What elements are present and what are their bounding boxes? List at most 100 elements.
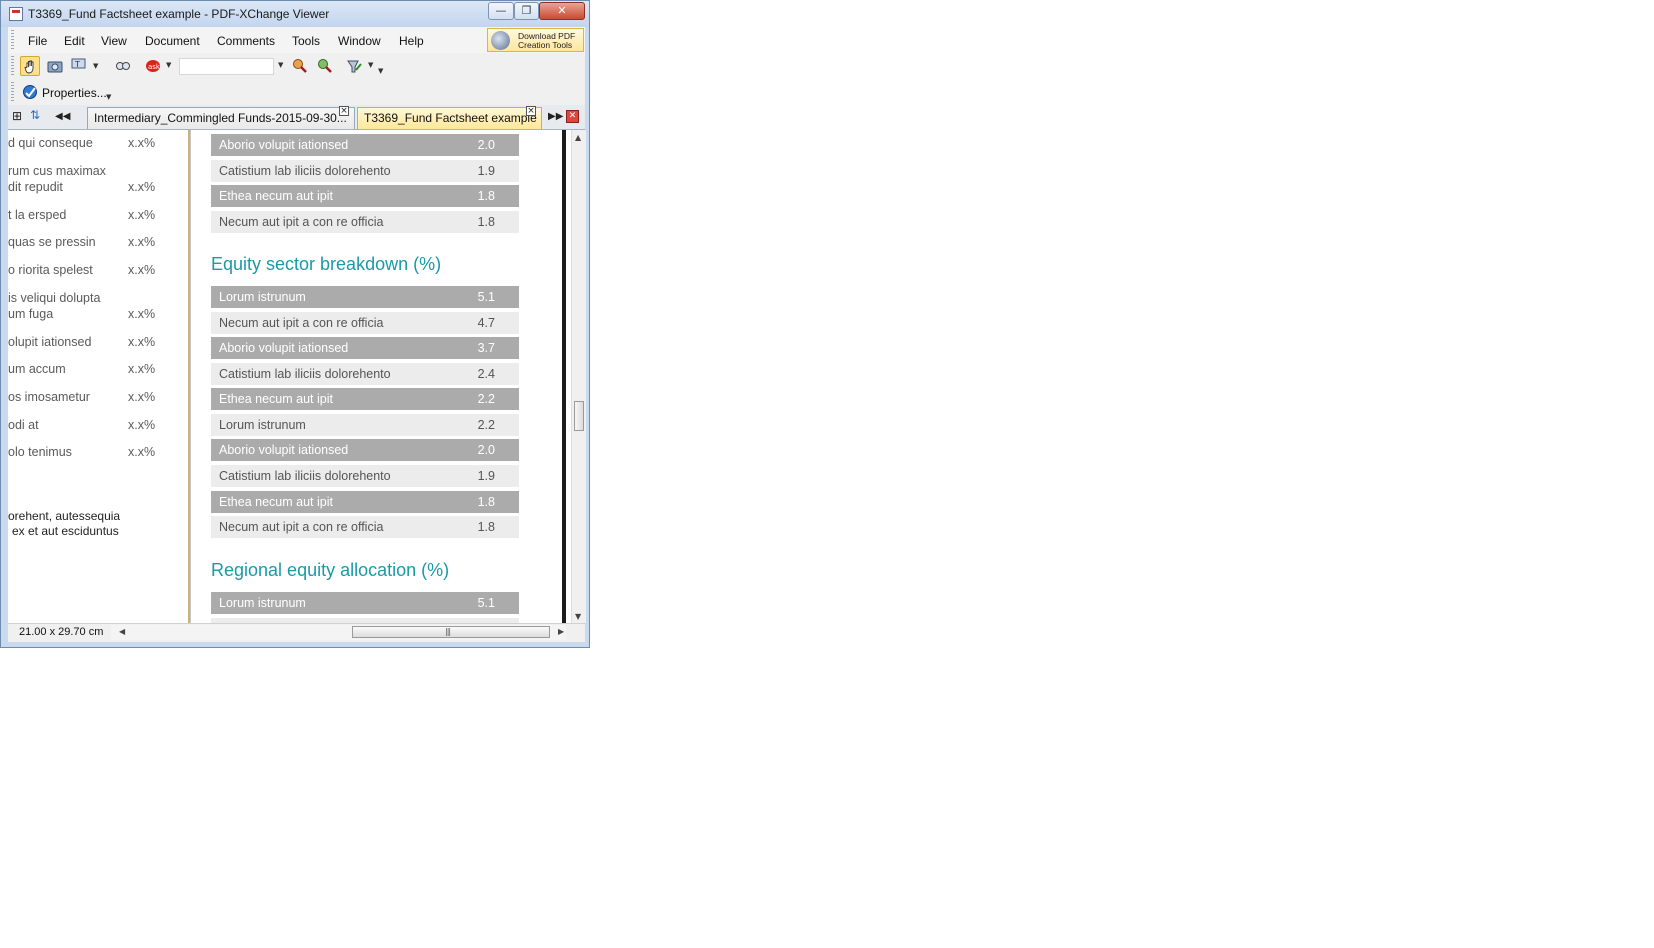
row-name: Catistium lab iliciis dolorehento (219, 164, 391, 178)
row-value: 1.8 (477, 189, 495, 203)
document-view[interactable]: d qui conseque x.x% rum cus maximax dit … (8, 130, 571, 623)
maximize-button[interactable]: ❐ (514, 2, 539, 20)
table-row: Catistium lab iliciis dolorehento 2.4 (211, 363, 519, 385)
left-row-value: x.x% (128, 418, 156, 432)
row-name: Aborio volupit iationsed (219, 443, 349, 457)
row-name: Lorum istrunum (219, 596, 306, 610)
snapshot-icon (47, 61, 63, 73)
page-edge (562, 130, 566, 623)
zoom-in-button[interactable] (290, 56, 310, 76)
vertical-scroll-thumb[interactable] (574, 401, 584, 431)
left-row-value: x.x% (128, 180, 156, 194)
row-name: Necum aut ipit a con re officia (219, 215, 384, 229)
toolbar-overflow-icon[interactable]: ▼ (378, 67, 383, 75)
zoom-dropdown-icon[interactable]: ▼ (278, 61, 283, 69)
left-row-value: x.x% (128, 263, 156, 277)
row-value: 1.8 (477, 520, 495, 534)
left-note-line: orehent, autessequia (8, 509, 121, 523)
row-name: Ethea necum aut ipit (219, 189, 333, 203)
vertical-scrollbar[interactable]: ▲ ▼ (571, 130, 586, 623)
equity-sector-title: Equity sector breakdown (%) (211, 254, 442, 274)
sort-tabs-icon[interactable]: ⇅ (30, 108, 40, 122)
search-dropdown-icon[interactable]: ▼ (166, 61, 171, 69)
menu-file[interactable]: File (28, 34, 47, 48)
highlight-dropdown-icon[interactable]: ▼ (368, 61, 373, 69)
snapshot-button[interactable] (45, 56, 65, 76)
row-value: 2.4 (477, 367, 495, 381)
left-page: d qui conseque x.x% rum cus maximax dit … (8, 130, 190, 623)
close-all-tabs-icon[interactable]: ✕ (566, 110, 579, 123)
tab-intermediary-commingled-funds[interactable]: Intermediary_Commingled Funds-2015-09-30… (87, 107, 355, 129)
toolbar-grip[interactable] (11, 56, 14, 76)
scroll-up-icon[interactable]: ▲ (575, 133, 581, 142)
tab-scroll-right-icon[interactable]: ▶▶ (548, 111, 563, 122)
search-button[interactable]: ask (143, 56, 163, 76)
right-page: Aborio volupit iationsed 2.0 Catistium l… (191, 130, 563, 623)
menu-document[interactable]: Document (145, 34, 200, 48)
window-title: T3369_Fund Factsheet example - PDF-XChan… (28, 7, 330, 21)
download-pdf-tools-button[interactable]: Download PDF Creation Tools (487, 28, 584, 52)
left-note-line: ex et aut esciduntus (12, 524, 119, 538)
menu-help[interactable]: Help (399, 34, 424, 48)
download-pdf-tools-label: Download PDF Creation Tools (518, 31, 576, 50)
left-row-label: is veliqui dolupta um fuga (8, 291, 101, 321)
properties-button[interactable] (20, 82, 40, 102)
table-row: Aborio volupit iationsed 3.7 (211, 337, 519, 359)
properties-overflow-icon[interactable]: ▼ (106, 93, 111, 101)
horizontal-scroll-thumb[interactable]: ||| (352, 626, 550, 638)
tab-close-icon[interactable]: × (339, 106, 349, 116)
tab-label: T3369_Fund Factsheet example (364, 111, 537, 125)
left-row-value: x.x% (128, 136, 156, 150)
row-name: Aborio volupit iationsed (219, 341, 349, 355)
highlight-button[interactable] (344, 56, 364, 76)
row-value: 2.0 (477, 138, 495, 152)
tab-scroll-left-icon[interactable]: ◀◀ (55, 111, 70, 122)
download-globe-icon (491, 31, 510, 50)
scroll-left-icon[interactable]: ◀ (119, 627, 125, 636)
menu-edit[interactable]: Edit (64, 34, 85, 48)
tab-close-icon[interactable]: × (526, 106, 536, 116)
find-button[interactable] (113, 56, 133, 76)
menubar-grip[interactable] (11, 30, 14, 50)
menu-tools[interactable]: Tools (292, 34, 320, 48)
left-row-label: quas se pressin (8, 235, 96, 249)
regional-equity-title: Regional equity allocation (%) (211, 560, 450, 580)
menu-window[interactable]: Window (338, 34, 381, 48)
row-name: Catistium lab iliciis dolorehento (219, 367, 391, 381)
properties-label[interactable]: Properties... (42, 86, 107, 100)
scroll-right-icon[interactable]: ▶ (558, 627, 564, 636)
window-body: File Edit View Document Comments Tools W… (8, 27, 586, 642)
menu-view[interactable]: View (101, 34, 127, 48)
thumbnails-icon[interactable]: ⊞ (12, 109, 22, 123)
select-dropdown-icon[interactable]: ▼ (93, 62, 98, 70)
scroll-down-icon[interactable]: ▼ (575, 612, 581, 621)
left-row-label: o riorita spelest (8, 263, 93, 277)
document-tab-bar: ⊞ ⇅ ◀◀ Intermediary_Commingled Funds-201… (8, 105, 585, 130)
svg-text:T: T (74, 60, 80, 69)
toolbar2-grip[interactable] (11, 82, 14, 102)
table-row: Ethea necum aut ipit 1.8 (211, 491, 519, 513)
tab-fund-factsheet[interactable]: T3369_Fund Factsheet example (357, 107, 542, 129)
horizontal-scrollbar[interactable]: ◀ ||| ▶ (111, 625, 566, 640)
hand-tool-button[interactable] (20, 56, 40, 76)
row-name: Lorum istrunum (219, 418, 306, 432)
main-toolbar: T ▼ ask ▼ ▼ ▼ ▼ (8, 53, 585, 79)
table-row: Necum aut ipit a con re officia 1.8 (211, 516, 519, 538)
app-icon[interactable] (9, 7, 23, 21)
left-row-label: rum cus maximax dit repudit (8, 164, 106, 194)
table-row: Aborio volupit iationsed 2.0 (211, 134, 519, 156)
menu-comments[interactable]: Comments (217, 34, 275, 48)
title-bar[interactable]: T3369_Fund Factsheet example - PDF-XChan… (1, 1, 589, 27)
left-row-value: x.x% (128, 390, 156, 404)
zoom-out-button[interactable] (315, 56, 335, 76)
left-note: orehent, autessequia ex et aut esciduntu… (8, 509, 120, 539)
zoom-input[interactable] (179, 58, 274, 75)
table-row: Necum aut ipit a con re officia 1.8 (211, 211, 519, 233)
zoom-out-icon (318, 59, 332, 73)
left-row-label: olupit iationsed (8, 335, 92, 349)
close-button[interactable]: ✕ (539, 2, 585, 20)
minimize-button[interactable]: — (488, 2, 514, 20)
select-text-button[interactable]: T (69, 56, 89, 76)
row-value: 3.7 (477, 341, 495, 355)
search-icon: ask (146, 60, 161, 72)
